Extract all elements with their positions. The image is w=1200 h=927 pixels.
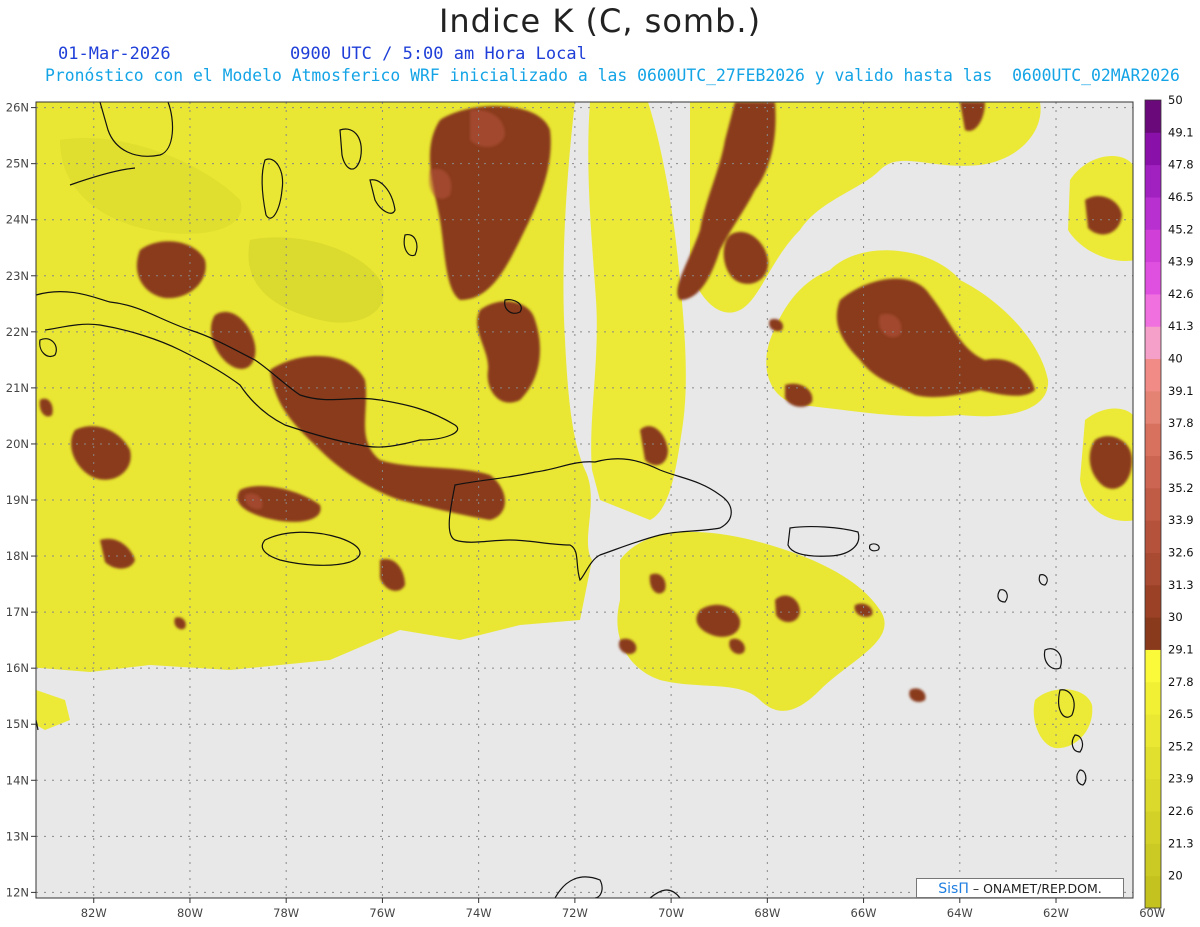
colorbar-swatch	[1145, 617, 1161, 650]
lat-tick-label: 13N	[6, 829, 29, 843]
colorbar-label: 29.1	[1168, 642, 1194, 656]
colorbar-swatch	[1145, 487, 1161, 521]
colorbar-label: 32.6	[1168, 545, 1194, 559]
lat-tick-label: 16N	[6, 661, 29, 675]
lat-tick-label: 12N	[6, 885, 29, 899]
colorbar-swatch	[1145, 714, 1161, 747]
colorbar-swatch	[1145, 843, 1161, 877]
lon-tick-label: 72W	[562, 906, 588, 920]
colorbar-swatch	[1145, 196, 1161, 230]
lat-tick-label: 21N	[6, 381, 29, 395]
colorbar-swatch	[1145, 132, 1161, 166]
colorbar-label: 27.8	[1168, 675, 1194, 689]
colorbar-swatch	[1145, 778, 1161, 812]
sispi-logo: SisΠ	[938, 881, 969, 897]
colorbar-label: 31.3	[1168, 578, 1194, 592]
colorbar-label: 33.9	[1168, 513, 1194, 527]
colorbar-swatch	[1145, 100, 1161, 133]
colorbar-label: 42.6	[1168, 287, 1194, 301]
lat-tick-label: 18N	[6, 549, 29, 563]
colorbar-label: 23.9	[1168, 772, 1194, 786]
colorbar-label: 25.2	[1168, 739, 1194, 753]
longitude-axis: 82W 80W 78W 76W 74W 72W 70W 68W 66W 64W 62W 60W	[81, 898, 1165, 920]
colorbar-swatch	[1145, 520, 1161, 553]
colorbar-swatch	[1145, 164, 1161, 198]
lon-tick-label: 78W	[273, 906, 299, 920]
colorbar-swatch	[1145, 390, 1161, 424]
colorbar-label: 45.2	[1168, 222, 1194, 236]
lat-tick-label: 22N	[6, 325, 29, 339]
lat-tick-label: 15N	[6, 717, 29, 731]
lon-tick-label: 70W	[658, 906, 684, 920]
colorbar-swatch	[1145, 584, 1161, 618]
colorbar-label: 20	[1168, 869, 1183, 883]
lon-tick-label: 76W	[369, 906, 395, 920]
lat-tick-label: 25N	[6, 157, 29, 171]
colorbar-label: 35.2	[1168, 481, 1194, 495]
lon-tick-label: 66W	[851, 906, 877, 920]
colorbar-swatch	[1145, 423, 1161, 457]
colorbar-label: 41.3	[1168, 319, 1194, 333]
colorbar-swatch	[1145, 229, 1161, 263]
forecast-map: 82W 80W 78W 76W 74W 72W 70W 68W 66W 64W 62W 60W 12N…	[6, 93, 1194, 920]
credit-box: SisΠ – ONAMET/REP.DOM.	[916, 878, 1124, 898]
colorbar-label: 40	[1168, 352, 1183, 366]
lon-tick-label: 80W	[177, 906, 203, 920]
lat-tick-label: 20N	[6, 437, 29, 451]
lat-tick-label: 23N	[6, 269, 29, 283]
colorbar-swatch	[1145, 811, 1161, 844]
lon-tick-label: 68W	[754, 906, 780, 920]
colorbar-swatch	[1145, 875, 1161, 909]
colorbar-label: 21.3	[1168, 836, 1194, 850]
colorbar-swatch	[1145, 358, 1161, 392]
colorbar-label: 43.9	[1168, 255, 1194, 269]
colorbar-label: 46.5	[1168, 190, 1194, 204]
colorbar-swatch	[1145, 552, 1161, 586]
lon-tick-label: 62W	[1043, 906, 1069, 920]
colorbar-swatch	[1145, 746, 1161, 780]
lon-tick-label: 64W	[947, 906, 973, 920]
lat-tick-label: 14N	[6, 773, 29, 787]
colorbar-label: 22.6	[1168, 804, 1194, 818]
credit-text: – ONAMET/REP.DOM.	[972, 881, 1102, 896]
lat-tick-label: 19N	[6, 493, 29, 507]
lon-tick-label: 74W	[466, 906, 492, 920]
colorbar-label: 49.1	[1168, 125, 1194, 139]
colorbar-swatch	[1145, 649, 1161, 683]
colorbar-swatch	[1145, 261, 1161, 295]
colorbar-label: 50	[1168, 93, 1183, 107]
lat-tick-label: 26N	[6, 101, 29, 115]
colorbar-label: 26.5	[1168, 707, 1194, 721]
lon-tick-label: 82W	[81, 906, 107, 920]
colorbar-label: 36.5	[1168, 449, 1194, 463]
colorbar: 20 21.3 22.6 23.9 25.2 26.5 27.8 29.1 30 31.3 32.6…	[1144, 93, 1194, 909]
colorbar-label: 47.8	[1168, 158, 1194, 172]
colorbar-swatch	[1145, 326, 1161, 360]
latitude-axis: 12N 13N 14N 15N 16N 17N 18N 19N 20N 21N 22N 23N 24N 2…	[6, 101, 36, 899]
lat-tick-label: 17N	[6, 605, 29, 619]
colorbar-label: 39.1	[1168, 384, 1194, 398]
colorbar-label: 37.8	[1168, 416, 1194, 430]
colorbar-swatch	[1145, 681, 1161, 715]
colorbar-swatch	[1145, 293, 1161, 327]
lat-tick-label: 24N	[6, 213, 29, 227]
colorbar-swatch	[1145, 455, 1161, 489]
colorbar-label: 30	[1168, 610, 1183, 624]
